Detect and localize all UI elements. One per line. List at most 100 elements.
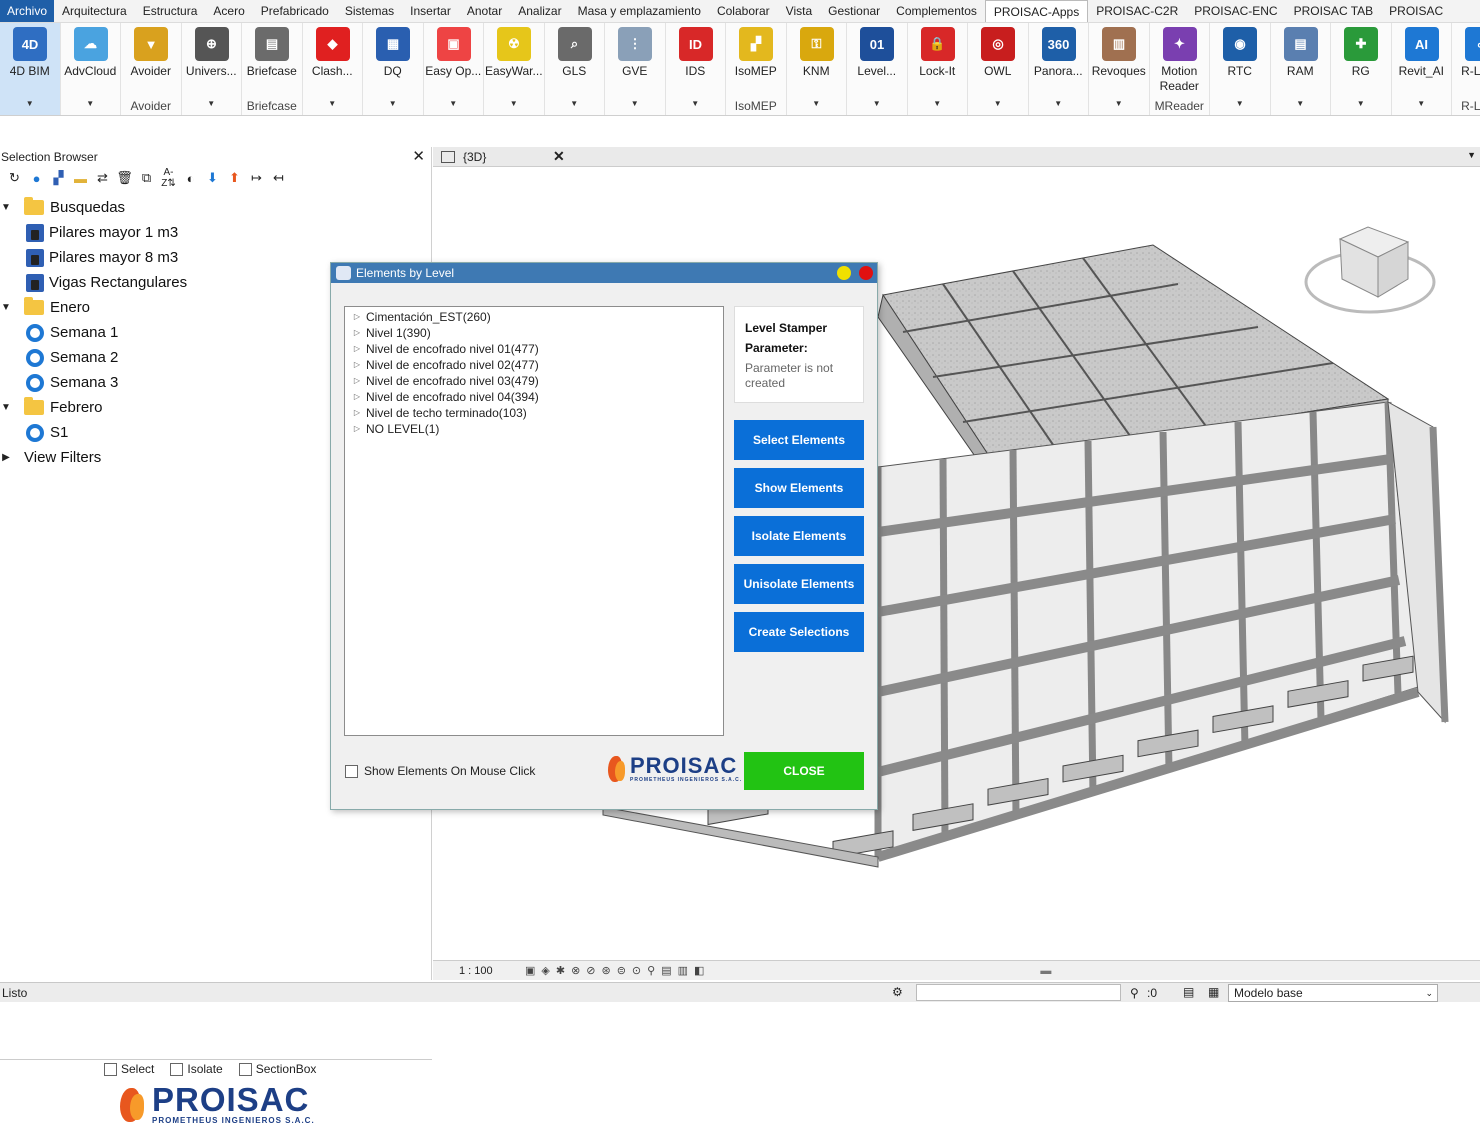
menu-item-analizar[interactable]: Analizar: [510, 0, 569, 22]
dropdown-arrow-icon[interactable]: ▼: [424, 99, 484, 108]
workset-field[interactable]: [916, 984, 1121, 1001]
collapsed-arrow-icon[interactable]: ▶: [0, 452, 12, 463]
level-item[interactable]: ▷ Nivel de encofrado nivel 01(477): [345, 341, 723, 357]
ribbon-button-gls[interactable]: ⌕ GLS ▼: [545, 23, 605, 115]
menu-item-complementos[interactable]: Complementos: [888, 0, 985, 22]
menu-item-proisac-c2r[interactable]: PROISAC-C2R: [1088, 0, 1186, 22]
menu-item-prefabricado[interactable]: Prefabricado: [253, 0, 337, 22]
dropdown-arrow-icon[interactable]: ▼: [303, 99, 363, 108]
dropdown-arrow-icon[interactable]: ▼: [1210, 99, 1270, 108]
select-elements-button[interactable]: Select Elements: [734, 420, 864, 460]
sectionbox-option[interactable]: SectionBox: [238, 1062, 316, 1076]
expand-arrow-icon[interactable]: ▼: [0, 302, 12, 313]
menu-item-vista[interactable]: Vista: [778, 0, 820, 22]
ribbon-button-ram[interactable]: ▤ RAM ▼: [1271, 23, 1331, 115]
select-checkbox[interactable]: [104, 1062, 117, 1076]
expand-arrow-icon[interactable]: ▷: [345, 357, 366, 373]
menu-item-gestionar[interactable]: Gestionar: [820, 0, 888, 22]
expand-arrow-icon[interactable]: ▷: [345, 325, 366, 341]
expand-arrow-icon[interactable]: ▷: [345, 405, 366, 421]
dropdown-arrow-icon[interactable]: ▼: [968, 99, 1028, 108]
close-dialog-button[interactable]: [859, 266, 873, 280]
menu-item-proisac-tab[interactable]: PROISAC TAB: [1286, 0, 1382, 22]
contrast-icon[interactable]: ◐: [182, 171, 199, 186]
menu-item-masa-y-emplazamiento[interactable]: Masa y emplazamiento: [570, 0, 709, 22]
menu-item-anotar[interactable]: Anotar: [459, 0, 510, 22]
design-options-icon[interactable]: ▤: [1183, 985, 1194, 999]
dropdown-arrow-icon[interactable]: ▼: [1029, 99, 1089, 108]
expand-arrow-icon[interactable]: ▼: [0, 202, 12, 213]
menu-item-proisac-enc[interactable]: PROISAC-ENC: [1186, 0, 1285, 22]
ribbon-button-univers-[interactable]: ⊕ Univers... ▼: [182, 23, 242, 115]
ribbon-button-4d-bim[interactable]: 4D 4D BIM ▼: [0, 23, 61, 115]
ribbon-button-knm[interactable]: ⚿ KNM ▼: [787, 23, 847, 115]
rename-icon[interactable]: ⇄: [94, 170, 111, 186]
level-item[interactable]: ▷ Cimentación_EST(260): [345, 309, 723, 325]
selection-set-icon[interactable]: ●: [28, 171, 45, 186]
level-item[interactable]: ▷ Nivel de techo terminado(103): [345, 405, 723, 421]
scroll-indicator[interactable]: ▬: [1040, 965, 1051, 977]
expand-arrow-icon[interactable]: ▷: [345, 389, 366, 405]
ribbon-button-owl[interactable]: ◎ OWL ▼: [968, 23, 1029, 115]
menu-item-proisac-apps[interactable]: PROISAC-Apps: [984, 0, 1089, 22]
filter-icon[interactable]: ⚲: [1130, 986, 1139, 1000]
level-item[interactable]: ▷ NO LEVEL(1): [345, 421, 723, 437]
view-controls-icon[interactable]: ▣◈✱⊗⊘⊛⊜⊙⚲▤▥◧: [525, 964, 710, 977]
ribbon-button-gve[interactable]: ⋮ GVE ▼: [605, 23, 666, 115]
ribbon-button-isomep[interactable]: ▞ IsoMEP IsoMEP: [726, 23, 787, 115]
levels-tree[interactable]: ▷ Cimentación_EST(260) ▷ Nivel 1(390) ▷ Nivel…: [344, 306, 724, 736]
show-on-click-option[interactable]: Show Elements On Mouse Click: [345, 764, 535, 778]
dropdown-arrow-icon[interactable]: ▼: [1392, 99, 1452, 108]
ribbon-button-briefcase[interactable]: ▤ Briefcase Briefcase: [242, 23, 303, 115]
show-on-click-checkbox[interactable]: [345, 764, 358, 778]
ribbon-button-rtc[interactable]: ◉ RTC ▼: [1210, 23, 1271, 115]
dropdown-arrow-icon[interactable]: ▼: [666, 99, 726, 108]
ribbon-button-motion-reader[interactable]: ✦ Motion Reader MReader: [1150, 23, 1210, 115]
menu-item-colaborar[interactable]: Colaborar: [709, 0, 778, 22]
workset-icon[interactable]: ⚙: [892, 985, 903, 999]
isolate-checkbox[interactable]: [170, 1062, 184, 1076]
tree-node[interactable]: Pilares mayor 1 m3: [0, 220, 430, 245]
tab-dropdown-icon[interactable]: ▼: [1467, 150, 1476, 160]
copy-icon[interactable]: ⧉: [138, 170, 155, 186]
model-select[interactable]: Modelo base ⌄: [1228, 984, 1438, 1002]
level-item[interactable]: ▷ Nivel de encofrado nivel 02(477): [345, 357, 723, 373]
level-item[interactable]: ▷ Nivel de encofrado nivel 03(479): [345, 373, 723, 389]
sectionbox-checkbox[interactable]: [238, 1062, 252, 1076]
ribbon-button-ids[interactable]: ID IDS ▼: [666, 23, 726, 115]
view-cube-icon[interactable]: [1304, 226, 1436, 314]
menu-item-proisac[interactable]: PROISAC: [1381, 0, 1451, 22]
menu-item-acero[interactable]: Acero: [205, 0, 252, 22]
ribbon-button-panora-[interactable]: 360 Panora... ▼: [1029, 23, 1089, 115]
dropdown-arrow-icon[interactable]: ▼: [484, 99, 544, 108]
ribbon-button-advcloud[interactable]: ☁ AdvCloud ▼: [61, 23, 121, 115]
dropdown-arrow-icon[interactable]: ▼: [0, 99, 60, 108]
menu-item-archivo[interactable]: Archivo: [0, 0, 55, 22]
dropdown-arrow-icon[interactable]: ▼: [1331, 99, 1391, 108]
show-elements-button[interactable]: Show Elements: [734, 468, 864, 508]
editable-icon[interactable]: ▦: [1208, 985, 1219, 999]
ribbon-button-easywar-[interactable]: ☢ EasyWar... ▼: [484, 23, 545, 115]
folder-icon[interactable]: ▬: [72, 171, 89, 186]
isolate-elements-button[interactable]: Isolate Elements: [734, 516, 864, 556]
expand-arrow-icon[interactable]: ▼: [0, 402, 12, 413]
dropdown-arrow-icon[interactable]: ▼: [1271, 99, 1331, 108]
dropdown-arrow-icon[interactable]: ▼: [182, 99, 242, 108]
dropdown-arrow-icon[interactable]: ▼: [847, 99, 907, 108]
menu-item-arquitectura[interactable]: Arquitectura: [54, 0, 135, 22]
level-item[interactable]: ▷ Nivel 1(390): [345, 325, 723, 341]
dropdown-arrow-icon[interactable]: ▼: [787, 99, 847, 108]
close-icon[interactable]: ✕: [412, 147, 425, 167]
dropdown-arrow-icon[interactable]: ▼: [605, 99, 665, 108]
close-tab-icon[interactable]: ✕: [553, 148, 565, 165]
ribbon-button-dq[interactable]: ▦ DQ ▼: [363, 23, 424, 115]
search-set-icon[interactable]: ▞: [50, 170, 67, 186]
arrow-left-icon[interactable]: ↤: [270, 170, 287, 186]
select-option[interactable]: Select: [104, 1062, 154, 1076]
expand-arrow-icon[interactable]: ▷: [345, 341, 366, 357]
collapse-icon[interactable]: ⬆: [226, 170, 243, 186]
ribbon-button-avoider[interactable]: ▼ Avoider Avoider: [121, 23, 182, 115]
ribbon-button-rg[interactable]: ✚ RG ▼: [1331, 23, 1392, 115]
tree-node[interactable]: ▼ Busquedas: [0, 195, 430, 220]
expand-icon[interactable]: ⬇: [204, 170, 221, 186]
